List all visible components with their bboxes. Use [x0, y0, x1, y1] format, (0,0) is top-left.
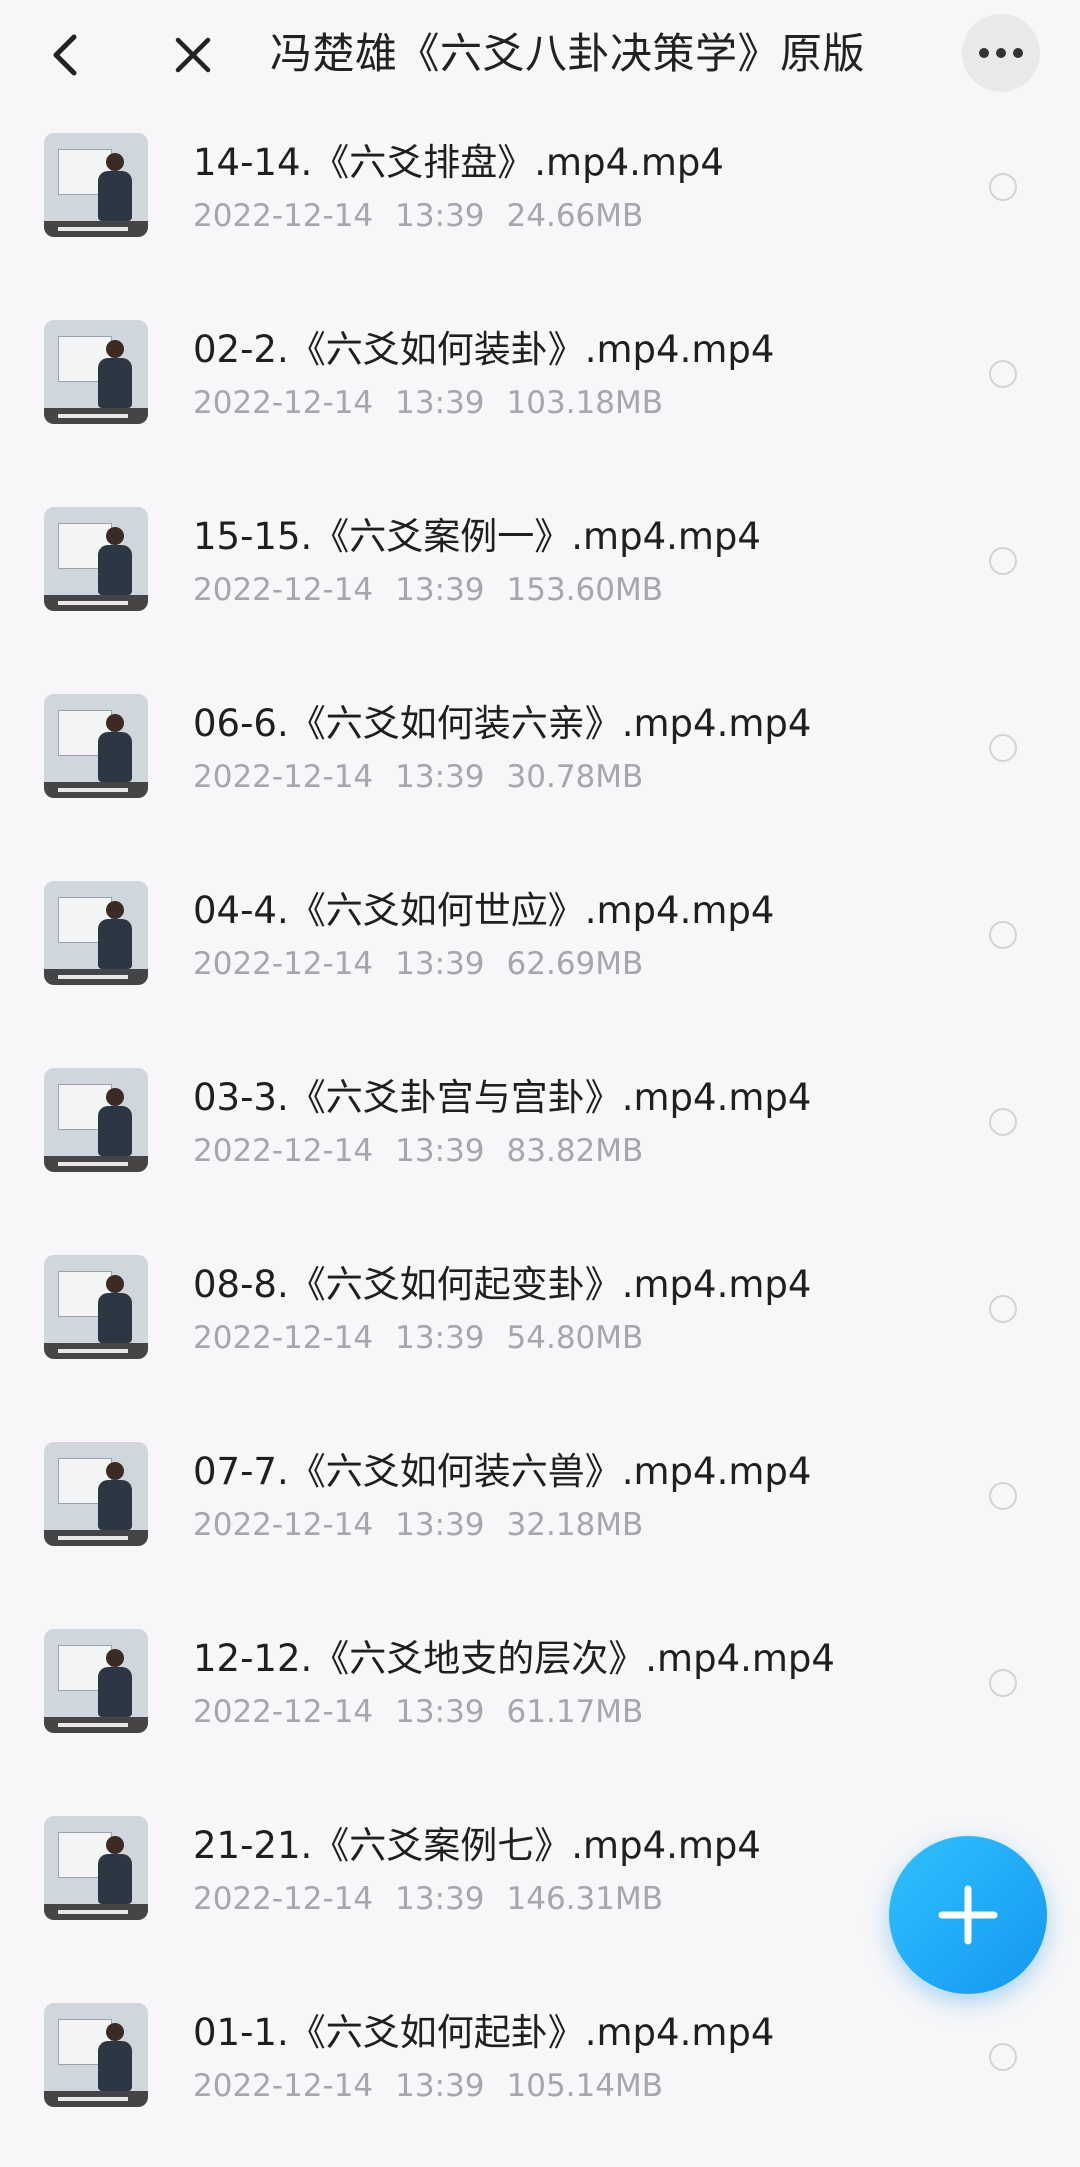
file-meta: 2022-12-14 13:39 61.17MB [193, 1691, 893, 1733]
select-radio[interactable] [989, 1669, 1017, 1697]
file-time: 13:39 [395, 1694, 485, 1730]
file-name: 12-12.《六爻地支的层次》.mp4.mp4 [193, 1637, 835, 1680]
page-title: 冯楚雄《六爻八卦决策学》原版 [270, 29, 866, 78]
file-size: 103.18MB [506, 385, 663, 421]
file-name: 15-15.《六爻案例一》.mp4.mp4 [193, 515, 761, 558]
file-size: 105.14MB [506, 2068, 663, 2104]
video-thumbnail [44, 694, 148, 798]
select-radio[interactable] [989, 921, 1017, 949]
file-time: 13:39 [395, 946, 485, 982]
file-size: 32.18MB [506, 1507, 644, 1543]
video-thumbnail [44, 2003, 148, 2107]
file-size: 24.66MB [506, 198, 644, 234]
select-radio[interactable] [989, 1295, 1017, 1323]
file-date: 2022-12-14 [193, 198, 374, 234]
file-time: 13:39 [395, 1507, 485, 1543]
file-meta: 2022-12-14 13:39 24.66MB [193, 195, 893, 237]
file-date: 2022-12-14 [193, 946, 374, 982]
chevron-left-icon[interactable] [40, 20, 90, 90]
file-time: 13:39 [395, 1133, 485, 1169]
video-thumbnail [44, 320, 148, 424]
file-meta: 2022-12-14 13:39 30.78MB [193, 756, 893, 798]
file-meta: 2022-12-14 13:39 32.18MB [193, 1504, 893, 1546]
file-name: 08-8.《六爻如何起变卦》.mp4.mp4 [193, 1263, 812, 1306]
video-thumbnail [44, 1816, 148, 1920]
file-date: 2022-12-14 [193, 759, 374, 795]
list-item[interactable]: 15-15.《六爻案例一》.mp4.mp4 2022-12-14 13:39 153… [0, 484, 1080, 671]
file-date: 2022-12-14 [193, 2068, 374, 2104]
file-meta: 2022-12-14 13:39 105.14MB [193, 2065, 893, 2107]
file-date: 2022-12-14 [193, 385, 374, 421]
file-name: 21-21.《六爻案例七》.mp4.mp4 [193, 1824, 761, 1867]
select-radio[interactable] [989, 360, 1017, 388]
file-size: 153.60MB [506, 572, 663, 608]
list-item[interactable]: 12-12.《六爻地支的层次》.mp4.mp4 2022-12-14 13:39 6… [0, 1606, 1080, 1793]
file-meta: 2022-12-14 13:39 54.80MB [193, 1317, 893, 1359]
file-name: 14-14.《六爻排盘》.mp4.mp4 [193, 141, 724, 184]
file-date: 2022-12-14 [193, 1881, 374, 1917]
file-meta: 2022-12-14 13:39 62.69MB [193, 943, 893, 985]
video-thumbnail [44, 1629, 148, 1733]
add-button[interactable] [889, 1836, 1047, 1994]
list-item[interactable]: 04-4.《六爻如何世应》.mp4.mp4 2022-12-14 13:39 62.… [0, 858, 1080, 1045]
file-size: 54.80MB [506, 1320, 644, 1356]
file-size: 146.31MB [506, 1881, 663, 1917]
select-radio[interactable] [989, 1482, 1017, 1510]
file-size: 62.69MB [506, 946, 644, 982]
list-item[interactable]: 02-2.《六爻如何装卦》.mp4.mp4 2022-12-14 13:39 103… [0, 297, 1080, 484]
file-size: 83.82MB [506, 1133, 644, 1169]
video-thumbnail [44, 133, 148, 237]
file-name: 04-4.《六爻如何世应》.mp4.mp4 [193, 889, 775, 932]
file-size: 30.78MB [506, 759, 644, 795]
file-date: 2022-12-14 [193, 1133, 374, 1169]
file-name: 06-6.《六爻如何装六亲》.mp4.mp4 [193, 702, 812, 745]
file-date: 2022-12-14 [193, 1694, 374, 1730]
top-bar: 冯楚雄《六爻八卦决策学》原版 [0, 0, 1080, 110]
file-name: 07-7.《六爻如何装六兽》.mp4.mp4 [193, 1450, 812, 1493]
video-thumbnail [44, 1068, 148, 1172]
list-item[interactable]: 06-6.《六爻如何装六亲》.mp4.mp4 2022-12-14 13:39 30… [0, 671, 1080, 858]
file-meta: 2022-12-14 13:39 103.18MB [193, 382, 893, 424]
file-date: 2022-12-14 [193, 1507, 374, 1543]
file-time: 13:39 [395, 759, 485, 795]
video-thumbnail [44, 1442, 148, 1546]
video-thumbnail [44, 507, 148, 611]
list-item[interactable]: 07-7.《六爻如何装六兽》.mp4.mp4 2022-12-14 13:39 32… [0, 1419, 1080, 1606]
file-name: 03-3.《六爻卦宫与宫卦》.mp4.mp4 [193, 1076, 812, 1119]
file-time: 13:39 [395, 385, 485, 421]
file-meta: 2022-12-14 13:39 146.31MB [193, 1878, 893, 1920]
select-radio[interactable] [989, 173, 1017, 201]
file-meta: 2022-12-14 13:39 83.82MB [193, 1130, 893, 1172]
file-time: 13:39 [395, 1881, 485, 1917]
file-meta: 2022-12-14 13:39 153.60MB [193, 569, 893, 611]
file-time: 13:39 [395, 2068, 485, 2104]
more-horizontal-icon[interactable] [962, 14, 1040, 92]
file-size: 61.17MB [506, 1694, 644, 1730]
list-item[interactable]: 08-8.《六爻如何起变卦》.mp4.mp4 2022-12-14 13:39 54… [0, 1232, 1080, 1419]
list-item[interactable]: 01-1.《六爻如何起卦》.mp4.mp4 2022-12-14 13:39 105… [0, 1980, 1080, 2167]
file-time: 13:39 [395, 1320, 485, 1356]
file-name: 02-2.《六爻如何装卦》.mp4.mp4 [193, 328, 775, 371]
plus-icon [938, 1885, 998, 1945]
file-name: 01-1.《六爻如何起卦》.mp4.mp4 [193, 2011, 775, 2054]
video-thumbnail [44, 881, 148, 985]
select-radio[interactable] [989, 547, 1017, 575]
close-icon[interactable] [165, 20, 221, 90]
file-time: 13:39 [395, 198, 485, 234]
video-thumbnail [44, 1255, 148, 1359]
select-radio[interactable] [989, 734, 1017, 762]
file-date: 2022-12-14 [193, 572, 374, 608]
list-item[interactable]: 14-14.《六爻排盘》.mp4.mp4 2022-12-14 13:39 24.6… [0, 110, 1080, 297]
select-radio[interactable] [989, 1108, 1017, 1136]
select-radio[interactable] [989, 2043, 1017, 2071]
file-date: 2022-12-14 [193, 1320, 374, 1356]
file-time: 13:39 [395, 572, 485, 608]
list-item[interactable]: 03-3.《六爻卦宫与宫卦》.mp4.mp4 2022-12-14 13:39 83… [0, 1045, 1080, 1232]
